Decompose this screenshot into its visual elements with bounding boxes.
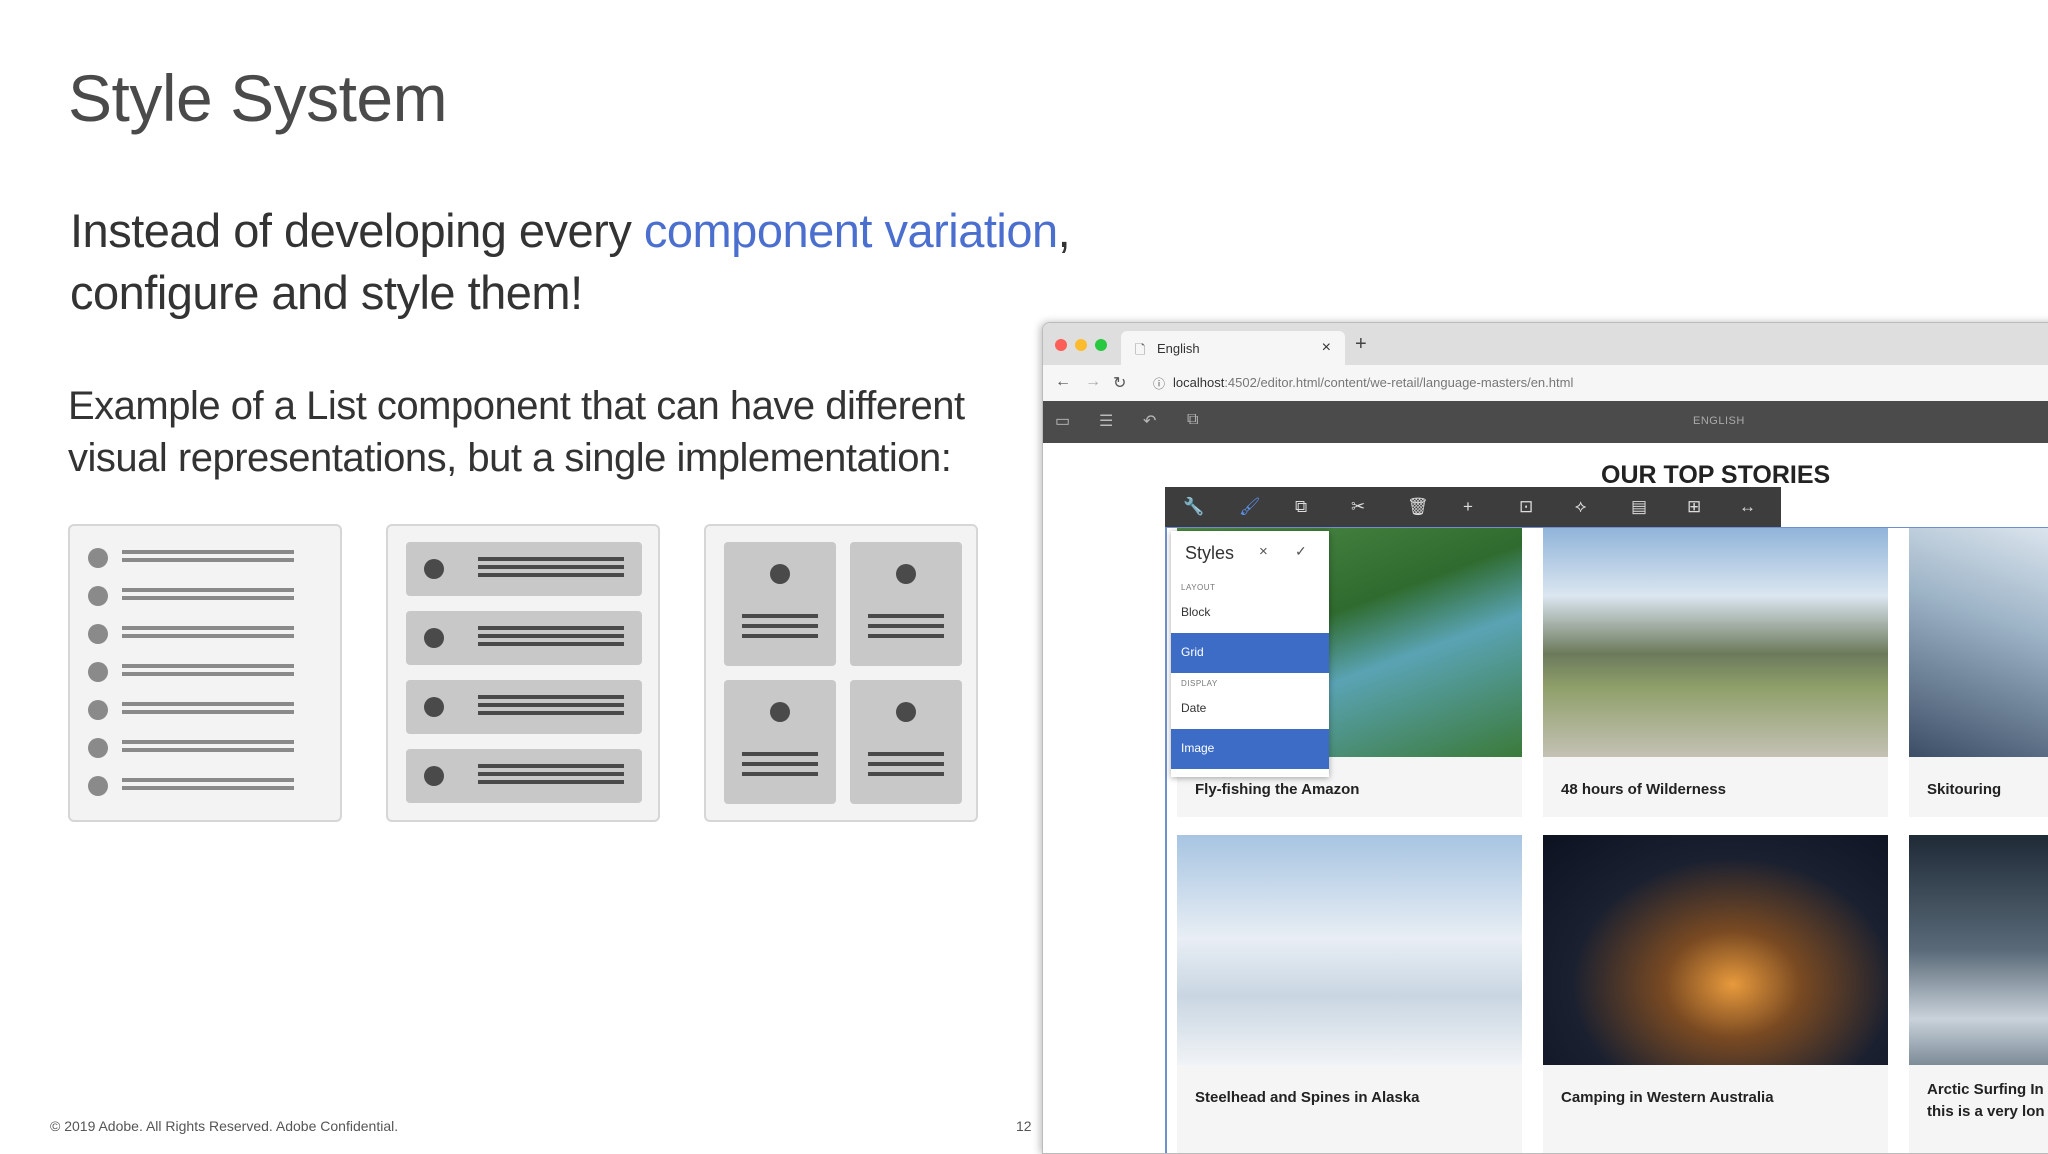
close-window-button[interactable] [1055,339,1067,351]
url-field[interactable]: localhost:4502/editor.html/content/we-re… [1173,375,1573,390]
add-icon[interactable]: + [1463,497,1473,517]
browser-tab-bar: 🗋 English × + [1043,323,2048,365]
browser-window: 🗋 English × + ← → ↻ ⓘ localhost:4502/edi… [1042,322,2048,1154]
list-illustration-grid [704,524,978,822]
style-option-date[interactable]: Date [1171,689,1329,729]
maximize-window-button[interactable] [1095,339,1107,351]
grid-tile [850,680,962,804]
intro-line2: configure and style them! [70,266,583,319]
intro-prefix: Instead of developing every [70,204,644,257]
grid-tile [724,680,836,804]
style-group-label: DISPLAY [1181,679,1218,688]
tab-label: English [1157,341,1200,356]
styles-panel: Styles × ✓ LAYOUT Block Grid DISPLAY Dat… [1171,531,1329,777]
page-number: 12 [1016,1118,1032,1134]
style-group-label: LAYOUT [1181,583,1216,592]
block-row [406,749,642,803]
styles-panel-header: Styles × ✓ [1171,531,1329,571]
side-panel-icon[interactable]: ▭ [1055,411,1070,431]
wrench-icon[interactable]: 🔧 [1183,497,1204,517]
list-row [88,738,318,758]
example-line2: visual representations, but a single imp… [68,436,952,480]
select-parent-icon[interactable]: ⊡ [1519,497,1533,517]
block-row [406,680,642,734]
back-icon[interactable]: ← [1055,373,1071,391]
cut-icon[interactable]: ✂ [1351,497,1365,517]
intro-text: Instead of developing every component va… [70,200,1071,324]
editor-toolbar: ▭ ☰ ↶ ⧉ ENGLISH [1043,401,2048,443]
grid-icon[interactable]: ⊞ [1687,497,1701,517]
copy-icon[interactable]: ⧉ [1295,497,1307,517]
example-line1: Example of a List component that can hav… [68,384,965,428]
layout-icon[interactable]: ▤ [1631,497,1647,517]
style-option-grid[interactable]: Grid [1171,633,1329,673]
styles-panel-title: Styles [1185,543,1235,563]
properties-icon[interactable]: ☰ [1099,411,1113,431]
list-illustration-blocks [386,524,660,822]
grid-tile [724,542,836,666]
undo-icon[interactable]: ↶ [1143,411,1156,431]
list-row [88,624,318,644]
page-icon: 🗋 [1135,342,1146,357]
list-row [88,662,318,682]
grid-tile [850,542,962,666]
block-row [406,611,642,665]
list-row [88,586,318,606]
group-icon[interactable]: ⟡ [1575,497,1586,517]
check-icon[interactable]: ✓ [1295,543,1307,560]
forward-icon[interactable]: → [1085,373,1101,391]
stories-heading: OUR TOP STORIES [1601,461,1831,489]
list-row [88,700,318,720]
emulator-icon[interactable]: ⧉ [1187,411,1198,429]
style-option-image[interactable]: Image [1171,729,1329,769]
slide-title: Style System [68,61,448,135]
list-row [88,548,318,568]
minimize-window-button[interactable] [1075,339,1087,351]
close-icon[interactable]: × [1259,543,1268,560]
style-option-block[interactable]: Block [1171,593,1329,633]
trash-icon[interactable]: 🗑 [1407,497,1429,517]
reload-icon[interactable]: ↻ [1113,373,1126,393]
example-text: Example of a List component that can hav… [68,380,965,484]
url-host: localhost [1173,375,1225,390]
new-tab-button[interactable]: + [1355,333,1367,356]
resize-icon[interactable]: ↔ [1739,497,1756,517]
list-row [88,776,318,796]
intro-comma: , [1057,204,1071,257]
editor-page-label: ENGLISH [1693,415,1745,427]
intro-highlight: component variation [643,204,1058,257]
paintbrush-icon[interactable]: 🖌 [1239,497,1261,517]
close-icon[interactable]: × [1322,339,1331,357]
info-icon[interactable]: ⓘ [1153,375,1165,392]
address-bar: ← → ↻ ⓘ localhost:4502/editor.html/conte… [1043,365,2048,402]
block-row [406,542,642,596]
component-toolbar: 🔧 🖌 ⧉ ✂ 🗑 + ⊡ ⟡ ▤ ⊞ ↔ [1165,487,1781,527]
url-path: :4502/editor.html/content/we-retail/lang… [1224,375,1574,390]
list-illustration-simple [68,524,342,822]
tab-english[interactable]: 🗋 English × [1121,331,1345,365]
footer-copyright: © 2019 Adobe. All Rights Reserved. Adobe… [50,1118,399,1134]
